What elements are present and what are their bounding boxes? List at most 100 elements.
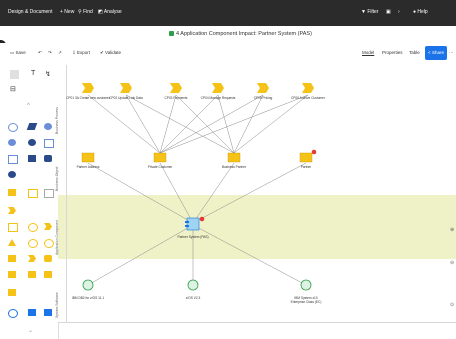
connection-line xyxy=(159,94,309,154)
search-shape-icon[interactable] xyxy=(8,123,18,132)
process-label: CP04 Manage Requests xyxy=(200,96,236,100)
system-software-node[interactable] xyxy=(300,279,312,291)
table-shape-icon[interactable] xyxy=(28,271,36,278)
save-button[interactable]: ▭ Save xyxy=(10,50,26,56)
component-tab-icon xyxy=(185,225,189,227)
connection-line xyxy=(192,162,307,224)
filter-button[interactable]: ▼ Filter xyxy=(361,9,378,15)
process-label: CP06 Archive Customer xyxy=(290,96,326,100)
undo-icon[interactable]: ↶ xyxy=(38,50,42,56)
process-node[interactable] xyxy=(82,83,94,93)
data-shape-icon[interactable] xyxy=(44,271,52,278)
share-icon: < xyxy=(428,50,431,55)
analyse-button[interactable]: ◩ Analyse xyxy=(98,9,122,15)
business-object-node[interactable] xyxy=(299,152,313,163)
connection-line xyxy=(87,224,194,286)
business-object-label: Partner xyxy=(300,165,312,169)
business-object-node[interactable] xyxy=(153,152,167,163)
search-icon: ⚲ xyxy=(78,9,82,15)
parallelogram-shape-icon[interactable] xyxy=(26,123,38,130)
document-type-icon xyxy=(169,31,174,36)
connection-line xyxy=(159,94,219,154)
warning-marker-icon xyxy=(311,149,317,155)
grid-shape-icon[interactable] xyxy=(44,189,54,198)
interface-shape-icon[interactable] xyxy=(28,239,38,248)
new-button[interactable]: + New xyxy=(60,9,74,15)
tab-model[interactable]: Model xyxy=(362,50,374,55)
bookmark-icon[interactable]: ▣ xyxy=(386,9,391,15)
network-shape-icon[interactable] xyxy=(44,309,52,316)
rounded-shape-icon[interactable] xyxy=(44,155,52,162)
application-component-node[interactable] xyxy=(186,217,200,231)
zoom-in-icon[interactable]: ⊕ xyxy=(450,227,454,233)
event-shape-icon[interactable] xyxy=(8,223,18,232)
system-software-label: z/OS V2.3 xyxy=(185,296,201,300)
object-shape-icon[interactable] xyxy=(8,255,16,262)
process-node[interactable] xyxy=(302,83,314,93)
globe-shape-icon[interactable] xyxy=(44,123,52,130)
note-shape-icon[interactable] xyxy=(8,289,16,296)
arrow-shape-icon[interactable] xyxy=(8,207,16,214)
connection-line xyxy=(159,94,177,154)
representation-shape-icon[interactable] xyxy=(8,271,16,278)
connection-line xyxy=(159,94,264,154)
validate-icon: ✔ xyxy=(100,50,104,55)
select-tool-icon[interactable] xyxy=(10,70,19,79)
tab-table[interactable]: Table xyxy=(409,50,420,55)
connector-tool-icon[interactable]: ↯ xyxy=(45,70,51,78)
zoom-out-icon[interactable]: ⊖ xyxy=(450,260,454,266)
node-shape-icon[interactable] xyxy=(8,309,18,318)
validate-button[interactable]: ✔ Validate xyxy=(100,50,121,56)
redo-icon[interactable]: ↷ xyxy=(48,50,52,56)
business-object-node[interactable] xyxy=(81,152,95,163)
chevron-right-icon[interactable]: › xyxy=(398,9,400,15)
rectangle-shape-icon[interactable] xyxy=(28,155,36,162)
page-shape-icon[interactable] xyxy=(8,155,18,164)
component-tab-icon xyxy=(185,221,189,223)
connection-line xyxy=(87,162,194,224)
more-icon[interactable]: ⋯ xyxy=(449,50,454,56)
bar-chart-shape-icon[interactable] xyxy=(8,189,16,196)
connection-line xyxy=(87,94,161,154)
fit-icon[interactable]: ⊙ xyxy=(450,302,454,308)
process-node[interactable] xyxy=(257,83,269,93)
role-shape-icon[interactable] xyxy=(8,171,16,178)
service-shape-icon[interactable] xyxy=(44,239,54,248)
oval-shape-icon[interactable] xyxy=(28,139,36,146)
export-button[interactable]: ⇩ Export xyxy=(72,50,90,56)
process-shape-icon[interactable] xyxy=(44,223,52,230)
save-icon: ▭ xyxy=(10,50,15,55)
triangle-shape-icon[interactable] xyxy=(8,239,16,246)
share-link-icon[interactable]: ↗ xyxy=(58,50,62,56)
share-button[interactable]: < Share xyxy=(425,46,447,60)
connection-line xyxy=(217,94,235,154)
document-shape-icon[interactable] xyxy=(44,139,54,148)
design-document-menu[interactable]: Design & Document xyxy=(8,9,52,15)
system-software-node[interactable] xyxy=(187,279,199,291)
chevron-up-icon[interactable]: ^ xyxy=(27,103,30,109)
business-object-label: Partner Address xyxy=(76,165,100,169)
lane-tool-icon[interactable]: ⊟ xyxy=(10,85,16,93)
find-button[interactable]: ⚲ Find xyxy=(78,9,93,15)
diagram-canvas[interactable] xyxy=(58,65,456,339)
process-label: CP03 Payments xyxy=(164,96,188,100)
flow-shape-icon[interactable] xyxy=(28,255,36,262)
ring-shape-icon[interactable] xyxy=(28,223,38,232)
filter-icon: ▼ xyxy=(361,9,366,15)
process-node[interactable] xyxy=(120,83,132,93)
device-shape-icon[interactable] xyxy=(28,309,36,316)
tab-properties[interactable]: Properties xyxy=(382,50,403,55)
circle-shape-icon[interactable] xyxy=(8,139,16,146)
system-software-node[interactable] xyxy=(82,279,94,291)
chevron-down-icon[interactable]: ⌄ xyxy=(28,327,33,334)
contract-shape-icon[interactable] xyxy=(44,255,52,262)
connection-line xyxy=(192,162,235,224)
help-button[interactable]: ● Help xyxy=(413,9,428,15)
process-node[interactable] xyxy=(212,83,224,93)
business-object-node[interactable] xyxy=(227,152,241,163)
process-node[interactable] xyxy=(170,83,182,93)
product-shape-icon[interactable] xyxy=(28,189,38,198)
process-label: CP02 Update Link Data xyxy=(109,96,143,100)
system-software-label: IBM System z10 Enterprise Class (EC) xyxy=(290,296,322,304)
text-tool-icon[interactable]: T xyxy=(31,70,35,77)
